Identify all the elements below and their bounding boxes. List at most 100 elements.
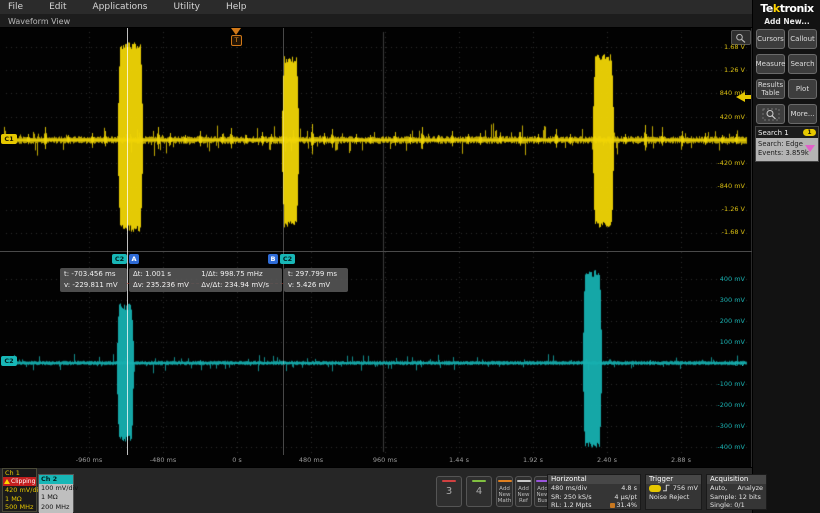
menu-file[interactable]: File (8, 2, 23, 12)
channel-2-bandwidth: 200 MHz (39, 503, 73, 512)
axis-tick-label: 1.92 s (523, 456, 543, 464)
cursor-a-time: t: -703.456 ms (64, 269, 116, 280)
axis-tick-label: 100 mV (720, 338, 745, 346)
axis-tick-label: -420 mV (717, 159, 745, 167)
axis-tick-label: 200 mV (720, 317, 745, 325)
record-length: RL: 1.2 Mpts (551, 501, 591, 510)
cursor-b-badge[interactable]: B (268, 254, 278, 264)
acquisition-single: Single: 0/1 (707, 501, 766, 510)
axis-tick-label: 840 mV (720, 89, 745, 97)
axis-tick-label: 0 s (232, 456, 242, 464)
zoom-tool-button[interactable] (756, 104, 785, 124)
sidebar-button-cursors[interactable]: Cursors (756, 29, 785, 49)
channel-1-name: Ch 1 (3, 469, 36, 477)
channel-2-name: Ch 2 (39, 475, 73, 484)
axis-tick-label: -200 mV (717, 401, 745, 409)
waveform-canvas[interactable] (0, 28, 752, 467)
menu-applications[interactable]: Applications (93, 2, 148, 12)
cursor-a-source-badge[interactable]: C2 (112, 254, 127, 264)
horizontal-window: 4.8 s (621, 484, 637, 493)
acquisition-title: Acquisition (707, 475, 766, 484)
cursor-delta-readout: Δt: 1.001 s 1/Δt: 998.75 mHz Δv: 235.236… (129, 268, 282, 292)
channel-1-clipping-warning: Clipping (3, 477, 36, 486)
sidebar-button-measure[interactable]: Measure (756, 54, 785, 74)
oscilloscope-screen: File Edit Applications Utility Help Waveform… (0, 0, 820, 513)
position-marker-icon (610, 503, 615, 508)
trigger-level-icon-tail (745, 95, 751, 99)
cursor-a-line[interactable] (127, 28, 128, 455)
inverse-delta-t: 1/Δt: 998.75 mHz (201, 269, 262, 280)
horizontal-panel[interactable]: Horizontal 480 ms/div4.8 s SR: 250 kS/s4… (547, 474, 641, 510)
axis-tick-label: 480 ms (299, 456, 323, 464)
menu-utility[interactable]: Utility (173, 2, 199, 12)
channel-2-badge[interactable]: C2 (1, 356, 17, 366)
axis-tick-label: 1.68 V (724, 43, 745, 51)
axis-tick-label: -480 ms (150, 456, 177, 464)
axis-tick-label: 2.88 s (671, 456, 691, 464)
add-new-ref-button[interactable]: Add New Ref (515, 476, 532, 507)
channel-2-details: 100 mV/div 1 MΩ 200 MHz (39, 484, 73, 513)
channel-color-stripe (472, 480, 486, 482)
axis-tick-label: 2.40 s (597, 456, 617, 464)
sidebar-button-grid: CursorsCalloutMeasureSearchResults Table… (756, 29, 819, 124)
add-color-stripe (498, 480, 512, 482)
view-title-bar: Waveform View T (0, 14, 752, 28)
cursor-b-source-badge[interactable]: C2 (280, 254, 295, 264)
trigger-position-icon[interactable] (231, 28, 241, 35)
search-result-panel[interactable]: Search 1 1 Search: Edge Events: 3.859k (755, 126, 819, 162)
channel-1-badge[interactable]: C1 (1, 134, 17, 144)
tektronix-logo: Tektronix (753, 2, 820, 15)
delta-v-dt: Δv/Δt: 234.94 mV/s (201, 280, 269, 291)
logo-k-accent: k (773, 2, 780, 15)
sidebar-button-plot[interactable]: Plot (788, 79, 817, 99)
channel-1-scale: 420 mV/div (3, 486, 36, 495)
channel-1-bandwidth: 500 MHz (3, 503, 36, 512)
trigger-position-flag[interactable]: T (231, 35, 242, 46)
cursor-a-value: v: -229.811 mV (64, 280, 118, 291)
channel-color-stripe (442, 480, 456, 482)
horizontal-position: 31.4% (610, 501, 637, 510)
menu-bar: File Edit Applications Utility Help (0, 0, 752, 14)
sidebar-button-results-table[interactable]: Results Table (756, 79, 785, 99)
zoom-icon (762, 108, 780, 121)
channel-1-box[interactable]: Ch 1 Clipping 420 mV/div 1 MΩ 500 MHz (2, 468, 37, 512)
add-new-math-button[interactable]: Add New Math (496, 476, 513, 507)
search-panel-body[interactable]: Search: Edge Events: 3.859k (755, 138, 819, 162)
sidebar-button-more[interactable]: More... (788, 104, 817, 124)
cursor-b-value: v: 5.426 mV (288, 280, 330, 291)
axis-tick-label: -1.68 V (722, 228, 745, 236)
menu-help[interactable]: Help (226, 2, 247, 12)
sidebar-button-callout[interactable]: Callout (788, 29, 817, 49)
trigger-level: 756 mV (673, 484, 698, 493)
channel-2-impedance: 1 MΩ (39, 493, 73, 502)
trigger-panel[interactable]: Trigger 756 mV Noise Reject (645, 474, 702, 510)
acquisition-mode: Auto, (710, 484, 727, 493)
menu-edit[interactable]: Edit (49, 2, 66, 12)
sidebar-button-search[interactable]: Search (788, 54, 817, 74)
add-new-label: Add New... (753, 17, 820, 26)
cursor-b-line[interactable] (283, 28, 284, 455)
cursor-a-badge[interactable]: A (129, 254, 139, 264)
acquisition-panel[interactable]: Acquisition Auto, Analyze Sample: 12 bits… (706, 474, 767, 510)
slice-separator (0, 251, 752, 252)
axis-tick-label: -1.26 V (722, 205, 745, 213)
warning-icon (4, 479, 10, 484)
search-panel-header[interactable]: Search 1 1 (755, 126, 819, 138)
search-count-badge: 1 (803, 129, 816, 136)
axis-tick-label: -300 mV (717, 422, 745, 430)
channel-2-box[interactable]: Ch 2 100 mV/div 1 MΩ 200 MHz (38, 474, 74, 512)
delta-t: Δt: 1.001 s (133, 269, 199, 280)
trigger-title: Trigger (646, 475, 701, 484)
channel-4-button[interactable]: 4 (466, 476, 492, 507)
axis-tick-label: -840 mV (717, 182, 745, 190)
sample-interval: 4 μs/pt (614, 493, 637, 502)
sample-rate: SR: 250 kS/s (551, 493, 592, 502)
cursor-b-readout: t: 297.799 ms v: 5.426 mV (284, 268, 348, 292)
acquisition-sample: Sample: 12 bits (707, 493, 766, 502)
channel-3-button[interactable]: 3 (436, 476, 462, 507)
acquisition-analyze: Analyze (737, 484, 763, 493)
right-sidebar: Tektronix Add New... CursorsCalloutMeasu… (752, 0, 820, 513)
axis-tick-label: 300 mV (720, 296, 745, 304)
axis-tick-label: -960 ms (76, 456, 103, 464)
delta-v: Δv: 235.236 mV (133, 280, 199, 291)
